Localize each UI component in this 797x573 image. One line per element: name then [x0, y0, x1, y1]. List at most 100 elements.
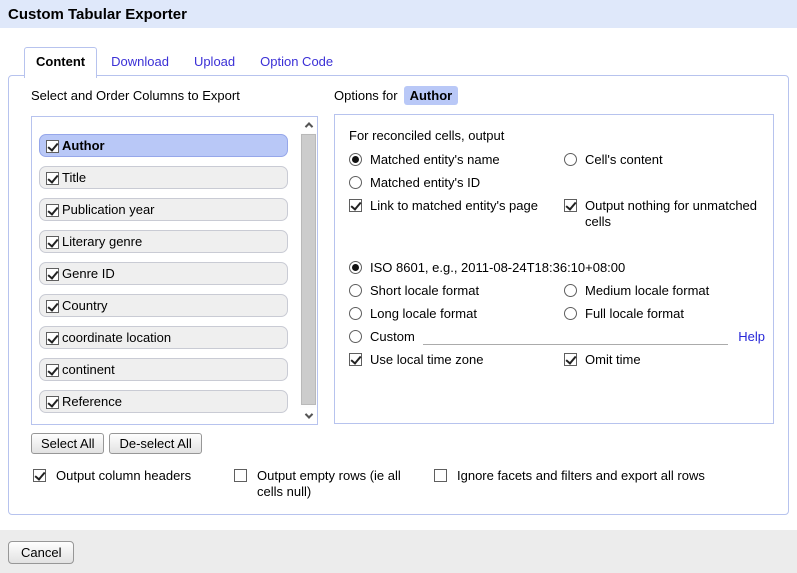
scrollbar-down-button[interactable] [300, 408, 317, 424]
custom-format-row: Custom Help [349, 329, 765, 345]
column-items: Author Title Publication year Literary g… [32, 117, 317, 413]
full-locale-radio[interactable] [564, 307, 577, 320]
matched-entity-id-label: Matched entity's ID [370, 175, 480, 191]
column-item-label: Publication year [62, 202, 155, 217]
column-list-scrollbar[interactable] [300, 117, 317, 424]
recon-row-1: Matched entity's name Cell's content [349, 152, 765, 168]
output-nothing-unmatched-checkbox[interactable] [564, 199, 577, 212]
column-item[interactable]: continent [39, 358, 288, 381]
column-checkbox[interactable] [46, 268, 59, 281]
tab-bar: Content Download Upload Option Code [8, 47, 347, 77]
dialog-title: Custom Tabular Exporter [8, 6, 187, 23]
column-options-box: For reconciled cells, output Matched ent… [334, 114, 774, 424]
custom-format-input[interactable] [423, 330, 728, 345]
recon-row-3: Link to matched entity's page Output not… [349, 198, 765, 230]
column-item[interactable]: coordinate location [39, 326, 288, 349]
selection-buttons: Select All De-select All [31, 433, 202, 454]
content-tab-panel: Select and Order Columns to Export Autho… [8, 75, 789, 515]
long-locale-radio[interactable] [349, 307, 362, 320]
medium-locale-label: Medium locale format [585, 283, 709, 299]
output-column-headers-label: Output column headers [56, 468, 191, 484]
column-item[interactable]: Title [39, 166, 288, 189]
date-locale-row-2: Long locale format Full locale format [349, 306, 765, 322]
matched-entity-name-label: Matched entity's name [370, 152, 500, 168]
column-item-label: continent [62, 362, 115, 377]
matched-entity-name-radio[interactable] [349, 153, 362, 166]
output-empty-rows-checkbox[interactable] [234, 469, 247, 482]
iso-8601-label: ISO 8601, e.g., 2011-08-24T18:36:10+08:0… [370, 260, 625, 276]
deselect-all-button[interactable]: De-select All [109, 433, 201, 454]
scrollbar-thumb[interactable] [301, 134, 316, 405]
omit-time-label: Omit time [585, 352, 641, 368]
column-checkbox[interactable] [46, 300, 59, 313]
use-local-timezone-label: Use local time zone [370, 352, 483, 368]
dialog-footer: Cancel [0, 530, 797, 573]
column-checkbox[interactable] [46, 236, 59, 249]
link-matched-entity-checkbox[interactable] [349, 199, 362, 212]
date-locale-row-1: Short locale format Medium locale format [349, 283, 765, 299]
iso-8601-radio[interactable] [349, 261, 362, 274]
column-item[interactable]: Genre ID [39, 262, 288, 285]
use-local-timezone-checkbox[interactable] [349, 353, 362, 366]
tab-download[interactable]: Download [100, 48, 180, 77]
tab-upload[interactable]: Upload [183, 48, 246, 77]
timezone-row: Use local time zone Omit time [349, 352, 765, 368]
output-empty-rows-label: Output empty rows (ie all cells null) [257, 468, 412, 500]
column-item-label: Author [62, 138, 105, 153]
omit-time-checkbox[interactable] [564, 353, 577, 366]
column-item-label: Title [62, 170, 86, 185]
select-all-button[interactable]: Select All [31, 433, 104, 454]
column-list: Author Title Publication year Literary g… [31, 116, 318, 425]
link-matched-entity-label: Link to matched entity's page [370, 198, 538, 214]
cells-content-label: Cell's content [585, 152, 663, 168]
chevron-up-icon [304, 122, 312, 130]
output-empty-rows-option: Output empty rows (ie all cells null) [234, 468, 412, 500]
column-checkbox[interactable] [46, 204, 59, 217]
column-item-label: Literary genre [62, 234, 142, 249]
ignore-facets-checkbox[interactable] [434, 469, 447, 482]
matched-entity-id-radio[interactable] [349, 176, 362, 189]
cancel-button[interactable]: Cancel [8, 541, 74, 564]
medium-locale-radio[interactable] [564, 284, 577, 297]
column-item[interactable]: Reference [39, 390, 288, 413]
tab-option-code[interactable]: Option Code [249, 48, 344, 77]
tab-content[interactable]: Content [24, 47, 97, 78]
long-locale-label: Long locale format [370, 306, 477, 322]
column-item-label: Reference [62, 394, 122, 409]
column-checkbox[interactable] [46, 364, 59, 377]
selected-column-badge: Author [404, 86, 459, 105]
help-link[interactable]: Help [738, 329, 765, 345]
date-iso-row: ISO 8601, e.g., 2011-08-24T18:36:10+08:0… [349, 260, 765, 276]
recon-row-2: Matched entity's ID [349, 175, 765, 191]
reconciled-heading: For reconciled cells, output [349, 128, 765, 144]
custom-tabular-exporter-dialog: Custom Tabular Exporter Content Download… [0, 0, 797, 573]
dialog-titlebar: Custom Tabular Exporter [0, 0, 797, 28]
full-locale-label: Full locale format [585, 306, 684, 322]
short-locale-radio[interactable] [349, 284, 362, 297]
options-for-label: Options for Author [334, 86, 458, 105]
ignore-facets-label: Ignore facets and filters and export all… [457, 468, 705, 484]
column-item[interactable]: Publication year [39, 198, 288, 221]
cells-content-radio[interactable] [564, 153, 577, 166]
column-checkbox[interactable] [46, 332, 59, 345]
column-checkbox[interactable] [46, 172, 59, 185]
short-locale-label: Short locale format [370, 283, 479, 299]
column-item-label: Country [62, 298, 108, 313]
column-item[interactable]: Country [39, 294, 288, 317]
output-nothing-unmatched-label: Output nothing for unmatched cells [585, 198, 765, 230]
column-checkbox[interactable] [46, 140, 59, 153]
output-column-headers-option: Output column headers [33, 468, 191, 484]
custom-format-label: Custom [370, 329, 415, 345]
column-item[interactable]: Literary genre [39, 230, 288, 253]
column-checkbox[interactable] [46, 396, 59, 409]
columns-section-label: Select and Order Columns to Export [31, 88, 240, 103]
scrollbar-up-button[interactable] [300, 117, 317, 133]
column-item-label: coordinate location [62, 330, 171, 345]
chevron-down-icon [304, 410, 312, 418]
column-item-label: Genre ID [62, 266, 115, 281]
custom-format-radio[interactable] [349, 330, 362, 343]
column-item[interactable]: Author [39, 134, 288, 157]
options-for-prefix: Options for [334, 88, 398, 103]
ignore-facets-option: Ignore facets and filters and export all… [434, 468, 705, 484]
output-column-headers-checkbox[interactable] [33, 469, 46, 482]
